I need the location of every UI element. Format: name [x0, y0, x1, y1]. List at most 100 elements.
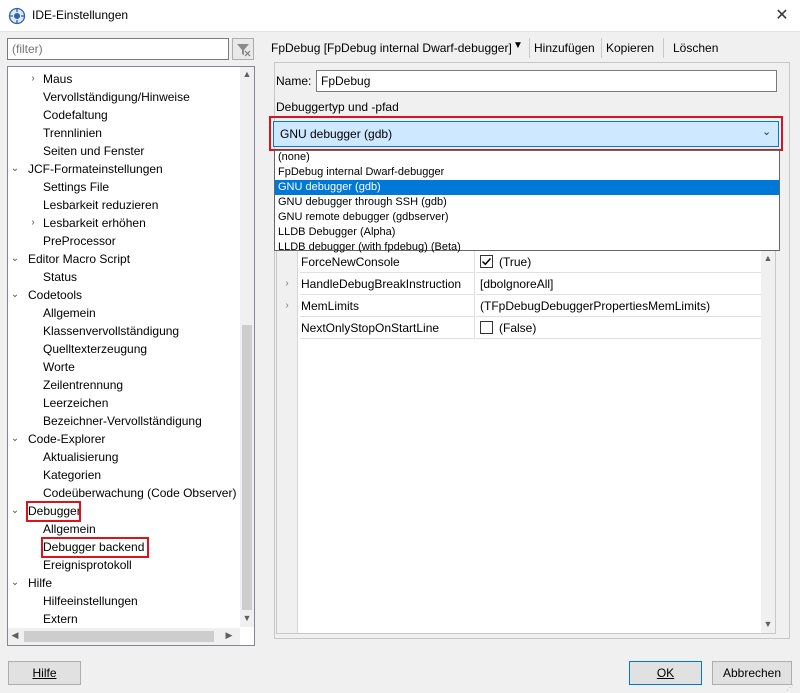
- collapse-arrow-icon[interactable]: ⌄: [10, 502, 20, 520]
- expand-arrow-icon[interactable]: ›: [277, 295, 298, 317]
- tree-item[interactable]: Extern: [43, 610, 78, 628]
- settings-tree[interactable]: › Maus Vervollständigung/Hinweise Codefaltu…: [7, 66, 255, 646]
- scroll-up-icon[interactable]: ▲: [240, 69, 254, 79]
- ok-button[interactable]: OK: [629, 661, 702, 685]
- tree-item[interactable]: Maus: [43, 70, 72, 88]
- toolbar-separator: [529, 38, 530, 58]
- tree-item[interactable]: Allgemein: [43, 520, 96, 538]
- collapse-arrow-icon[interactable]: ⌄: [10, 250, 20, 268]
- lazarus-app-icon: [8, 7, 26, 25]
- tree-horizontal-scroll-thumb[interactable]: [24, 631, 214, 642]
- clear-filter-button[interactable]: [232, 38, 254, 60]
- checkbox-checked[interactable]: [480, 255, 493, 268]
- window-title: IDE-Einstellungen: [32, 8, 129, 22]
- scroll-down-icon[interactable]: ▼: [761, 619, 775, 629]
- property-row[interactable]: NextOnlyStopOnStartLine (False): [277, 317, 761, 339]
- property-row[interactable]: › HandleDebugBreakInstruction [dbolgnoreAl…: [277, 273, 761, 295]
- expand-arrow-icon[interactable]: ›: [28, 70, 38, 88]
- tree-item[interactable]: Seiten und Fenster: [43, 142, 144, 160]
- dropdown-option[interactable]: (none): [275, 150, 779, 165]
- filter-input[interactable]: [7, 38, 229, 60]
- name-label: Name:: [276, 74, 312, 88]
- tree-vertical-scroll-thumb[interactable]: [242, 325, 252, 610]
- dropdown-option[interactable]: LLDB debugger (with fpdebug) (Beta): [275, 240, 779, 255]
- dropdown-arrow-icon[interactable]: ▼: [513, 40, 523, 51]
- scroll-right-icon[interactable]: ▶: [222, 630, 236, 641]
- collapse-arrow-icon[interactable]: ⌄: [10, 286, 20, 304]
- debugger-profile-selector[interactable]: FpDebug [FpDebug internal Dwarf-debugger…: [271, 41, 512, 55]
- highlight-box: [41, 537, 149, 558]
- tree-item[interactable]: Hilfe: [28, 574, 52, 592]
- collapse-arrow-icon[interactable]: ⌄: [10, 574, 20, 592]
- collapse-arrow-icon[interactable]: ⌄: [10, 430, 20, 448]
- help-button[interactable]: Hilfe: [8, 661, 81, 685]
- tree-item[interactable]: JCF-Formateinstellungen: [28, 160, 163, 178]
- tree-item[interactable]: Trennlinien: [43, 124, 102, 142]
- resize-grip-icon[interactable]: ⋰: [786, 683, 794, 692]
- property-value[interactable]: [dbolgnoreAll]: [476, 273, 761, 295]
- cancel-button[interactable]: Abbrechen: [712, 661, 792, 685]
- name-input[interactable]: FpDebug: [316, 70, 777, 92]
- tree-item[interactable]: Codeüberwachung (Code Observer): [43, 484, 236, 502]
- debugger-type-group-label: Debuggertyp und -pfad: [276, 100, 399, 114]
- property-name: HandleDebugBreakInstruction: [300, 273, 475, 295]
- tree-item[interactable]: Quelltexterzeugung: [43, 340, 147, 358]
- property-name: NextOnlyStopOnStartLine: [300, 317, 475, 339]
- tree-item[interactable]: PreProcessor: [43, 232, 116, 250]
- property-row[interactable]: › MemLimits (TFpDebugDebuggerPropertiesMem…: [277, 295, 761, 317]
- close-window-button[interactable]: ✕: [772, 6, 792, 26]
- add-button[interactable]: Hinzufügen: [534, 41, 595, 55]
- property-value-text: (True): [499, 255, 532, 269]
- close-icon: ✕: [775, 7, 789, 24]
- highlight-box: [269, 116, 783, 151]
- collapse-arrow-icon[interactable]: ⌄: [10, 160, 20, 178]
- scroll-left-icon[interactable]: ◀: [8, 630, 22, 641]
- toolbar-separator: [601, 38, 602, 58]
- property-value[interactable]: (False): [476, 317, 761, 339]
- delete-button[interactable]: Löschen: [673, 41, 718, 55]
- tree-item[interactable]: Bezeichner-Vervollständigung: [43, 412, 202, 430]
- property-grid[interactable]: ForceNewConsole (True) › HandleDebugBreakIn…: [276, 250, 776, 634]
- tree-item[interactable]: Editor Macro Script: [28, 250, 130, 268]
- dropdown-option[interactable]: GNU remote debugger (gdbserver): [275, 210, 779, 225]
- property-value[interactable]: (TFpDebugDebuggerPropertiesMemLimits): [476, 295, 761, 317]
- property-grid-scrollbar[interactable]: ▲ ▼: [761, 251, 775, 633]
- dropdown-option[interactable]: FpDebug internal Dwarf-debugger: [275, 165, 779, 180]
- tree-item[interactable]: Zeilentrennung: [43, 376, 123, 394]
- title-bar: IDE-Einstellungen ✕: [0, 0, 800, 32]
- tree-item[interactable]: Lesbarkeit reduzieren: [43, 196, 158, 214]
- scroll-down-icon[interactable]: ▼: [240, 613, 254, 623]
- dropdown-option[interactable]: LLDB Debugger (Alpha): [275, 225, 779, 240]
- tree-item[interactable]: Aktualisierung: [43, 448, 118, 466]
- tree-item[interactable]: Leerzeichen: [43, 394, 108, 412]
- property-value-text: [dbolgnoreAll]: [480, 277, 554, 291]
- tree-item[interactable]: Ereignisprotokoll: [43, 556, 132, 574]
- toolbar-separator: [663, 38, 664, 58]
- panel-splitter[interactable]: [258, 36, 264, 648]
- tree-item[interactable]: Status: [43, 268, 77, 286]
- tree-item[interactable]: Klassenvervollständigung: [43, 322, 179, 340]
- tree-item[interactable]: Hilfeeinstellungen: [43, 592, 138, 610]
- tree-item[interactable]: Kategorien: [43, 466, 101, 484]
- tree-item[interactable]: Codetools: [28, 286, 82, 304]
- highlight-box: [26, 501, 81, 522]
- filter-funnel-icon: [237, 44, 251, 57]
- dropdown-option[interactable]: GNU debugger through SSH (gdb): [275, 195, 779, 210]
- tree-item[interactable]: Allgemein: [43, 304, 96, 322]
- tree-item[interactable]: Vervollständigung/Hinweise: [43, 88, 190, 106]
- tree-item[interactable]: Worte: [43, 358, 75, 376]
- checkbox-unchecked[interactable]: [480, 321, 493, 334]
- tree-item[interactable]: Codefaltung: [43, 106, 108, 124]
- tree-item[interactable]: Lesbarkeit erhöhen: [43, 214, 146, 232]
- expand-arrow-icon[interactable]: ›: [277, 273, 298, 295]
- property-value-text: (False): [499, 321, 537, 335]
- expand-arrow-icon[interactable]: ›: [28, 214, 38, 232]
- copy-button[interactable]: Kopieren: [606, 41, 654, 55]
- tree-horizontal-scrollbar[interactable]: ◀ ▶: [8, 628, 240, 645]
- tree-item[interactable]: Code-Explorer: [28, 430, 105, 448]
- tree-vertical-scrollbar[interactable]: ▲ ▼: [240, 67, 254, 627]
- debugger-type-dropdown-list[interactable]: (none) FpDebug internal Dwarf-debugger GNU…: [274, 150, 780, 253]
- tree-item[interactable]: Settings File: [43, 178, 109, 196]
- property-gutter: [277, 317, 298, 339]
- dropdown-option[interactable]: GNU debugger (gdb): [275, 180, 779, 195]
